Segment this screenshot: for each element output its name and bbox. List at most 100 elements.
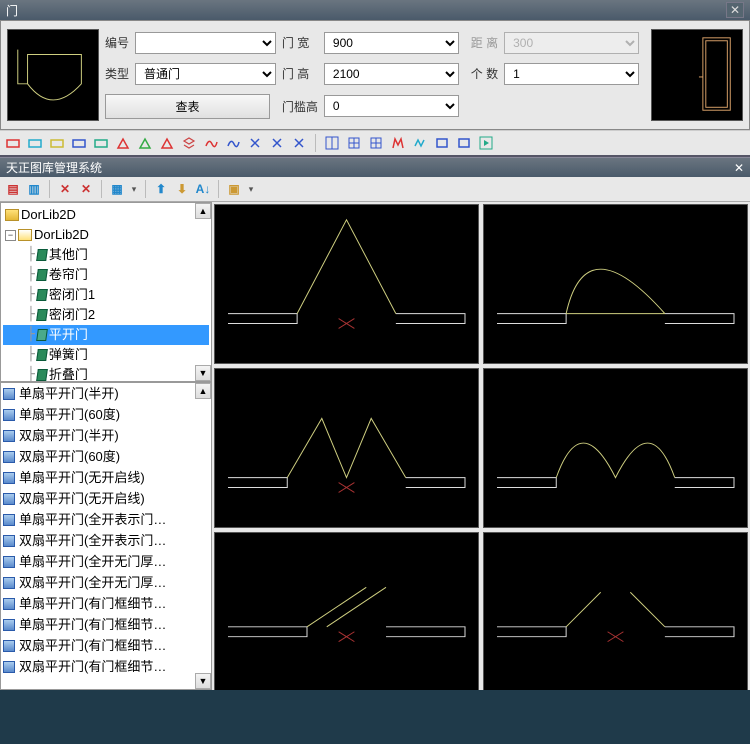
list-item[interactable]: 双扇平开门(无开启线)	[1, 488, 211, 509]
block-icon	[3, 640, 15, 652]
layers-icon[interactable]	[180, 134, 198, 152]
list-item[interactable]: 双扇平开门(有门框细节…	[1, 656, 211, 677]
sill-select[interactable]: 0	[324, 95, 459, 117]
list-item[interactable]: 双扇平开门(全开表示门…	[1, 530, 211, 551]
tree-item[interactable]: ├平开门	[3, 325, 209, 345]
library-titlebar[interactable]: 天正图库管理系统 ✕	[0, 157, 750, 177]
door-dialog-titlebar[interactable]: 门 ✕	[0, 0, 750, 20]
m-red-icon[interactable]	[389, 134, 407, 152]
list-item[interactable]: 双扇平开门(半开)	[1, 425, 211, 446]
tool-blue-icon[interactable]	[246, 134, 264, 152]
thumbnail[interactable]	[483, 532, 748, 690]
tri-red2-icon[interactable]	[158, 134, 176, 152]
list-item[interactable]: 双扇平开门(有门框细节…	[1, 635, 211, 656]
rect-blue-icon[interactable]	[70, 134, 88, 152]
list-item[interactable]: 单扇平开门(无开启线)	[1, 467, 211, 488]
grid-blue-icon[interactable]	[345, 134, 363, 152]
down-icon[interactable]: ⬇	[173, 180, 191, 198]
delete-icon[interactable]: ✕	[56, 180, 74, 198]
door-toolbar	[0, 130, 750, 157]
tri-red-icon[interactable]	[114, 134, 132, 152]
tree-item-label: 其他门	[49, 245, 88, 265]
tree-item-label: 折叠门	[49, 365, 88, 382]
list-item[interactable]: 双扇平开门(全开无门厚…	[1, 572, 211, 593]
check-blue-icon[interactable]	[323, 134, 341, 152]
block-icon	[3, 619, 15, 631]
screen-icon[interactable]	[433, 134, 451, 152]
library-tree[interactable]: DorLib2D−DorLib2D├其他门├卷帘门├密闭门1├密闭门2├平开门├…	[0, 202, 212, 382]
label-height: 门 高	[282, 65, 318, 82]
list-item[interactable]: 单扇平开门(60度)	[1, 404, 211, 425]
rect-teal-icon[interactable]	[92, 134, 110, 152]
rect-yellow-icon[interactable]	[48, 134, 66, 152]
path-red-icon[interactable]	[202, 134, 220, 152]
tree-item[interactable]: ├密闭门1	[3, 285, 209, 305]
close-icon[interactable]: ✕	[726, 2, 744, 18]
library-window: 天正图库管理系统 ✕ ▤▥✕✕▦▾⬆⬇A↓▣▾ DorLib2D−DorLib2…	[0, 157, 750, 690]
tree-item[interactable]: ├弹簧门	[3, 345, 209, 365]
grid-blue2-icon[interactable]	[367, 134, 385, 152]
width-select[interactable]: 900	[324, 32, 459, 54]
view-icon[interactable]: ▦	[108, 180, 126, 198]
thumbnail[interactable]	[483, 204, 748, 364]
door-list[interactable]: 单扇平开门(半开)单扇平开门(60度)双扇平开门(半开)双扇平开门(60度)单扇…	[0, 382, 212, 690]
list-item[interactable]: 单扇平开门(有门框细节…	[1, 614, 211, 635]
thumbnail[interactable]	[483, 368, 748, 528]
folder-icon	[5, 209, 19, 221]
tree-item[interactable]: ├折叠门	[3, 365, 209, 382]
scroll-up-icon[interactable]: ▲	[195, 383, 211, 399]
delete2-icon[interactable]: ✕	[77, 180, 95, 198]
tool-pick-icon[interactable]	[268, 134, 286, 152]
list-item[interactable]: 单扇平开门(有门框细节…	[1, 593, 211, 614]
scroll-down-icon[interactable]: ▼	[195, 673, 211, 689]
scroll-down-icon[interactable]: ▼	[195, 365, 211, 381]
label-width: 门 宽	[282, 34, 318, 51]
up-icon[interactable]: ⬆	[152, 180, 170, 198]
tri-green-icon[interactable]	[136, 134, 154, 152]
tool-stroke-icon[interactable]	[290, 134, 308, 152]
tree-item[interactable]: ├其他门	[3, 245, 209, 265]
thumbnail-area[interactable]	[212, 202, 750, 690]
thumbnail[interactable]	[214, 532, 479, 690]
label-type: 类型	[105, 65, 129, 82]
block-icon	[3, 493, 15, 505]
new-lib-icon[interactable]: ▤	[4, 180, 22, 198]
open-lib-icon[interactable]: ▥	[25, 180, 43, 198]
list-item-label: 单扇平开门(有门框细节…	[19, 615, 166, 634]
dropdown-icon[interactable]: ▾	[246, 180, 256, 198]
height-select[interactable]: 2100	[324, 63, 459, 85]
list-item[interactable]: 单扇平开门(全开表示门…	[1, 509, 211, 530]
thumbnail[interactable]	[214, 368, 479, 528]
rect-cyan-icon[interactable]	[26, 134, 44, 152]
number-select[interactable]	[135, 32, 276, 54]
close-icon[interactable]: ✕	[734, 161, 744, 175]
book-icon	[36, 289, 48, 301]
block-icon	[3, 556, 15, 568]
collapse-icon[interactable]: −	[5, 230, 16, 241]
book-icon	[36, 309, 48, 321]
sort-icon[interactable]: A↓	[194, 180, 212, 198]
dropdown-icon[interactable]: ▾	[129, 180, 139, 198]
play-icon[interactable]	[477, 134, 495, 152]
insert-icon[interactable]: ▣	[225, 180, 243, 198]
tree-item[interactable]: ├卷帘门	[3, 265, 209, 285]
distance-select: 300	[504, 32, 639, 54]
type-select[interactable]: 普通门	[135, 63, 276, 85]
door-dialog: 编号 门 宽 900 距 离 300 类型 普通门 门 高 2100 个 数 1…	[0, 20, 750, 130]
thumbnail[interactable]	[214, 204, 479, 364]
list-item[interactable]: 单扇平开门(半开)	[1, 383, 211, 404]
scroll-up-icon[interactable]: ▲	[195, 203, 211, 219]
list-item-label: 双扇平开门(全开无门厚…	[19, 573, 166, 592]
zig-cyan-icon[interactable]	[411, 134, 429, 152]
tree-item[interactable]: ├密闭门2	[3, 305, 209, 325]
list-item[interactable]: 双扇平开门(60度)	[1, 446, 211, 467]
rect-red-icon[interactable]	[4, 134, 22, 152]
list-item[interactable]: 单扇平开门(全开无门厚…	[1, 551, 211, 572]
block-icon	[3, 388, 15, 400]
lookup-button[interactable]: 查表	[105, 94, 270, 119]
path-blue-icon[interactable]	[224, 134, 242, 152]
count-select[interactable]: 1	[504, 63, 639, 85]
tree-item-label: 卷帘门	[49, 265, 88, 285]
list-item-label: 双扇平开门(半开)	[19, 426, 119, 445]
screen2-icon[interactable]	[455, 134, 473, 152]
